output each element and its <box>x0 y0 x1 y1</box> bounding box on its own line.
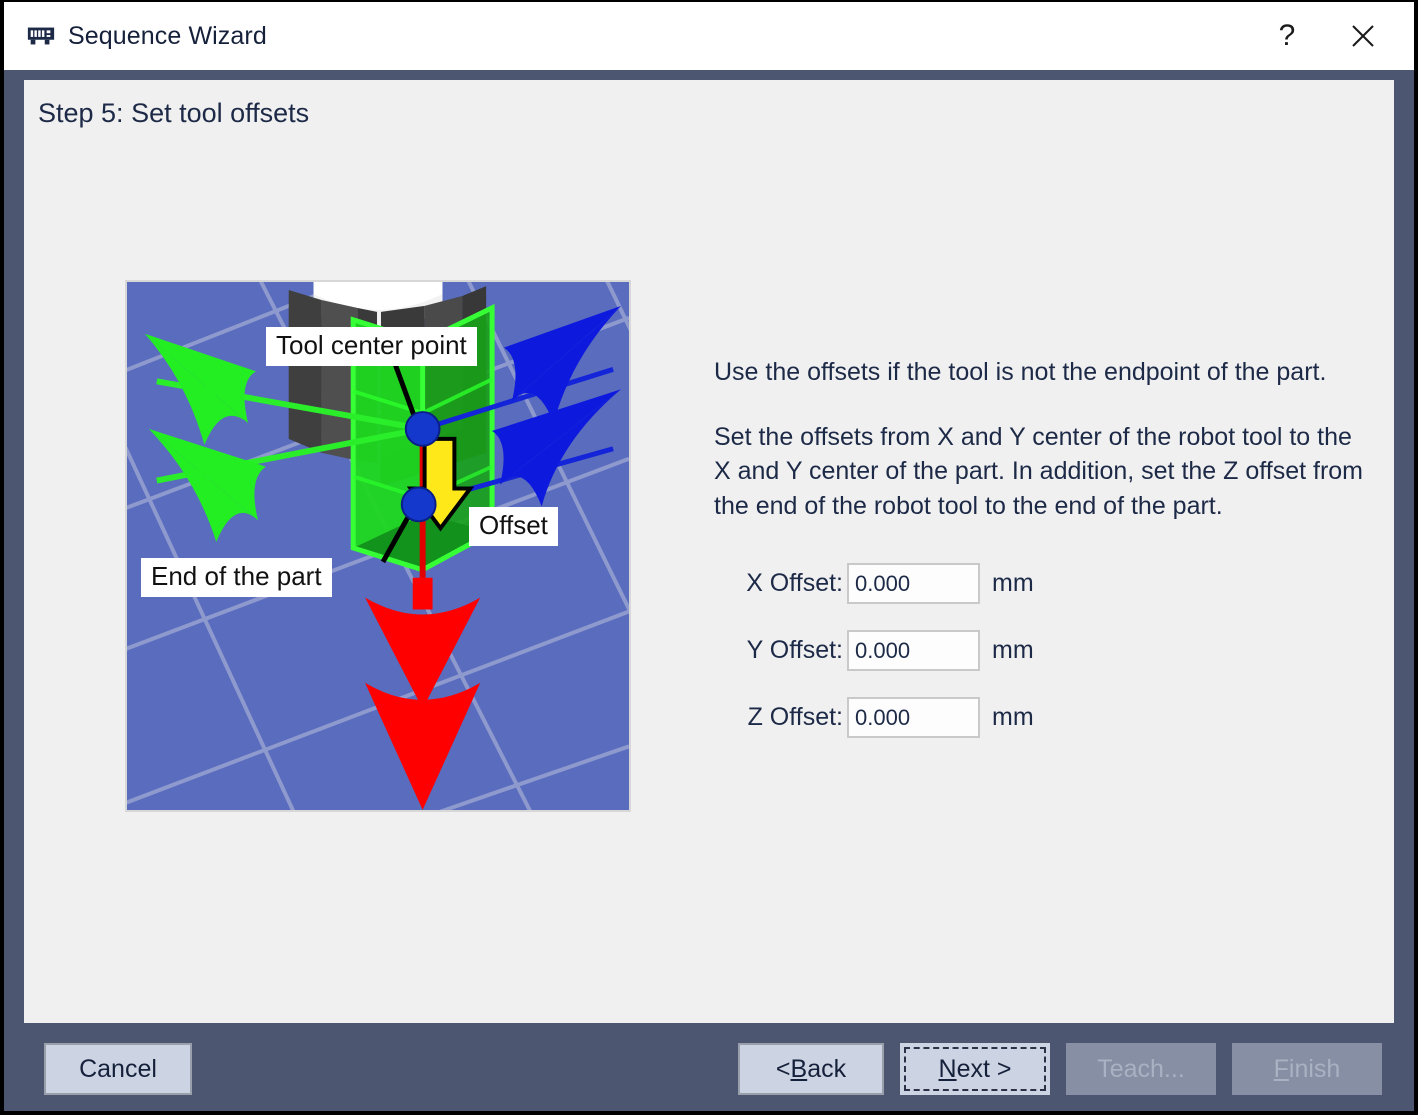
x-offset-unit: mm <box>992 569 1034 597</box>
title-bar: Sequence Wizard ? <box>4 2 1414 70</box>
finish-label-rest: inish <box>1288 1054 1341 1083</box>
instruction-paragraph-1: Use the offsets if the tool is not the e… <box>714 358 1327 386</box>
finish-label-accel: F <box>1273 1054 1289 1083</box>
close-button[interactable] <box>1328 2 1398 70</box>
dialog-frame: Step 5: Set tool offsets Tool center poi… <box>4 70 1414 1111</box>
z-offset-unit: mm <box>992 703 1034 731</box>
cancel-button[interactable]: Cancel <box>44 1043 192 1095</box>
memory-chip-icon <box>27 27 55 45</box>
y-offset-label: Y Offset: <box>746 636 843 664</box>
tool-center-point-marker <box>404 411 441 447</box>
next-label-accel: N <box>938 1054 957 1083</box>
back-button[interactable]: < Back <box>738 1043 884 1095</box>
instruction-paragraph-2: Set the offsets from X and Y center of t… <box>714 422 1363 520</box>
instructions-panel: Use the offsets if the tool is not the e… <box>714 355 1374 764</box>
finish-button: Finish <box>1232 1043 1382 1095</box>
callout-offset: Offset <box>469 507 558 546</box>
next-label-rest: ext > <box>956 1054 1012 1083</box>
x-offset-input[interactable] <box>847 563 980 604</box>
x-offset-row: X Offset: mm <box>714 563 1374 604</box>
next-button[interactable]: Next > <box>900 1043 1050 1095</box>
z-offset-row: Z Offset: mm <box>714 697 1374 738</box>
button-bar: Cancel < Back Next > Teach... Finish <box>4 1023 1414 1111</box>
callout-tool-center-point: Tool center point <box>266 327 477 366</box>
back-label-rest: ack <box>807 1054 847 1083</box>
tool-offset-illustration: Tool center point Offset End of the part <box>125 280 631 812</box>
back-label-accel: B <box>790 1054 808 1083</box>
window-title: Sequence Wizard <box>68 21 267 50</box>
z-offset-label: Z Offset: <box>747 703 843 731</box>
y-offset-input[interactable] <box>847 630 980 671</box>
y-offset-unit: mm <box>992 636 1034 664</box>
teach-button: Teach... <box>1066 1043 1216 1095</box>
z-offset-input[interactable] <box>847 697 980 738</box>
page-title: Step 5: Set tool offsets <box>38 98 310 128</box>
close-icon <box>1352 25 1374 47</box>
sequence-wizard-dialog: Sequence Wizard ? Step 5: Set tool offse… <box>0 0 1418 1115</box>
end-of-part-marker <box>400 486 437 523</box>
help-button[interactable]: ? <box>1252 2 1322 70</box>
y-offset-row: Y Offset: mm <box>714 630 1374 671</box>
callout-end-of-the-part: End of the part <box>141 558 332 597</box>
content-area: Step 5: Set tool offsets Tool center poi… <box>24 80 1394 1023</box>
x-offset-label: X Offset: <box>746 569 843 597</box>
back-label-prefix: < <box>775 1054 791 1083</box>
